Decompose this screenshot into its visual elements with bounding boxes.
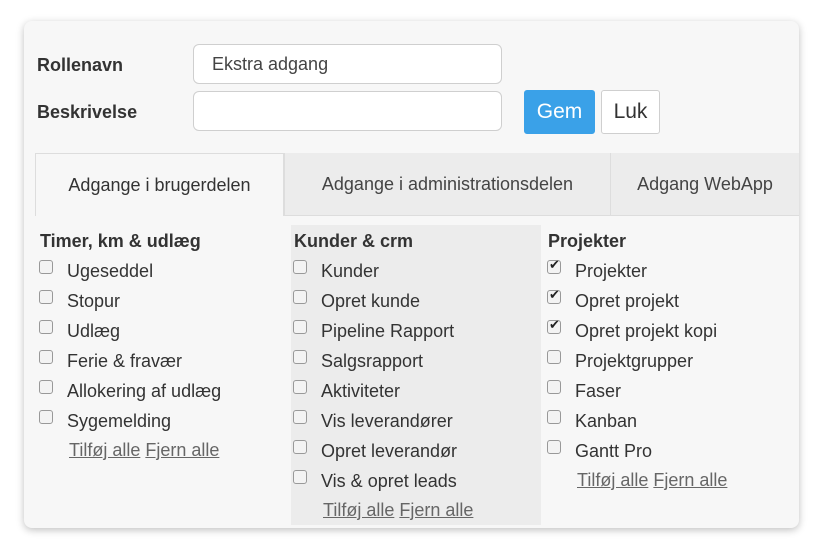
- permission-item[interactable]: Stopur: [39, 286, 120, 316]
- permission-item[interactable]: Salgsrapport: [293, 346, 423, 376]
- permission-label: Vis leverandører: [321, 410, 453, 431]
- checkbox-g1-i5[interactable]: [293, 410, 307, 424]
- group-customers-crm: Kunder & crm Kunder Opret kunde Pipeline…: [291, 225, 541, 525]
- checkbox-g1-i3[interactable]: [293, 350, 307, 364]
- permission-label: Kanban: [575, 410, 638, 431]
- bulk-links: Tilføj alle Fjern alle: [323, 500, 473, 521]
- permission-label: Projekter: [575, 260, 648, 281]
- group-time-expenses: Timer, km & udlæg Ugeseddel Stopur Udlæg…: [37, 225, 287, 525]
- role-name-label: Rollenavn: [37, 55, 124, 75]
- permission-label: Udlæg: [67, 320, 121, 341]
- save-button[interactable]: Gem: [524, 90, 595, 134]
- checkbox-g2-i3[interactable]: [547, 350, 561, 364]
- checkbox-g0-i1[interactable]: [39, 290, 53, 304]
- bulk-links: Tilføj alle Fjern alle: [69, 440, 219, 461]
- tab-webapp-access[interactable]: Adgang WebApp: [610, 153, 799, 215]
- checkbox-g0-i0[interactable]: [39, 260, 53, 274]
- permission-item[interactable]: Kunder: [293, 256, 379, 286]
- add-all-link[interactable]: Tilføj alle: [577, 470, 648, 490]
- permission-item[interactable]: Opret kunde: [293, 286, 420, 316]
- permission-label: Stopur: [67, 290, 121, 311]
- permission-item[interactable]: Aktiviteter: [293, 376, 400, 406]
- checkbox-g2-i6[interactable]: [547, 440, 561, 454]
- access-tabs: Adgange i brugerdelen Adgange i administ…: [35, 153, 799, 216]
- bulk-links: Tilføj alle Fjern alle: [577, 470, 727, 491]
- tab-user-access[interactable]: Adgange i brugerdelen: [35, 153, 284, 216]
- permission-label: Vis & opret leads: [321, 470, 457, 491]
- permission-label: Aktiviteter: [321, 380, 401, 401]
- permission-label: Allokering af udlæg: [67, 380, 222, 401]
- permission-label: Opret projekt: [575, 290, 680, 311]
- permission-item[interactable]: Opret projekt kopi: [547, 316, 717, 346]
- close-button[interactable]: Luk: [601, 90, 660, 134]
- permission-label: Opret leverandør: [321, 440, 458, 461]
- permission-item[interactable]: Sygemelding: [39, 406, 171, 436]
- permission-item[interactable]: Faser: [547, 376, 621, 406]
- checkbox-g2-i0[interactable]: [547, 257, 561, 274]
- permission-label: Opret kunde: [321, 290, 421, 311]
- group-projects: Projekter Projekter Opret projekt Opret …: [545, 225, 795, 525]
- permission-label: Ferie & fravær: [67, 350, 183, 371]
- remove-all-link[interactable]: Fjern alle: [145, 440, 219, 460]
- checkbox-g2-i4[interactable]: [547, 380, 561, 394]
- checkbox-g1-i2[interactable]: [293, 320, 307, 334]
- permission-label: Pipeline Rapport: [321, 320, 455, 341]
- permission-item[interactable]: Vis & opret leads: [293, 466, 457, 496]
- permission-item[interactable]: Pipeline Rapport: [293, 316, 454, 346]
- checkbox-g1-i4[interactable]: [293, 380, 307, 394]
- tab-admin-access[interactable]: Adgange i administrationsdelen: [284, 153, 610, 215]
- checkbox-g0-i4[interactable]: [39, 380, 53, 394]
- permission-label: Salgsrapport: [321, 350, 424, 371]
- permission-item[interactable]: Opret projekt: [547, 286, 679, 316]
- permission-item[interactable]: Kanban: [547, 406, 637, 436]
- permission-label: Sygemelding: [67, 410, 172, 431]
- permission-item[interactable]: Projekter: [547, 256, 647, 286]
- permission-item[interactable]: Vis leverandører: [293, 406, 453, 436]
- description-input[interactable]: [193, 91, 502, 131]
- permission-item[interactable]: Opret leverandør: [293, 436, 457, 466]
- add-all-link[interactable]: Tilføj alle: [69, 440, 140, 460]
- remove-all-link[interactable]: Fjern alle: [653, 470, 727, 490]
- remove-all-link[interactable]: Fjern alle: [399, 500, 473, 520]
- checkbox-g0-i5[interactable]: [39, 410, 53, 424]
- permission-label: Kunder: [321, 260, 380, 281]
- checkbox-g0-i3[interactable]: [39, 350, 53, 364]
- checkbox-g2-i2[interactable]: [547, 317, 561, 334]
- permission-item[interactable]: Gantt Pro: [547, 436, 652, 466]
- checkbox-g0-i2[interactable]: [39, 320, 53, 334]
- permission-item[interactable]: Ferie & fravær: [39, 346, 182, 376]
- checkbox-g1-i6[interactable]: [293, 440, 307, 454]
- permission-label: Ugeseddel: [67, 260, 154, 281]
- permission-label: Opret projekt kopi: [575, 320, 718, 341]
- permission-item[interactable]: Udlæg: [39, 316, 120, 346]
- checkbox-g1-i0[interactable]: [293, 260, 307, 274]
- group-title: Kunder & crm: [294, 231, 414, 251]
- role-editor-panel: Rollenavn Beskrivelse Gem Luk Adgange i …: [24, 21, 799, 528]
- checkbox-g1-i7[interactable]: [293, 470, 307, 484]
- group-title: Timer, km & udlæg: [40, 231, 201, 251]
- permission-item[interactable]: Ugeseddel: [39, 256, 153, 286]
- checkbox-g2-i5[interactable]: [547, 410, 561, 424]
- checkbox-g2-i1[interactable]: [547, 287, 561, 304]
- description-label: Beskrivelse: [37, 102, 138, 122]
- add-all-link[interactable]: Tilføj alle: [323, 500, 394, 520]
- group-title: Projekter: [548, 231, 627, 251]
- permission-item[interactable]: Projektgrupper: [547, 346, 693, 376]
- permission-item[interactable]: Allokering af udlæg: [39, 376, 221, 406]
- role-name-input[interactable]: [193, 44, 502, 84]
- permission-label: Projektgrupper: [575, 350, 694, 371]
- permission-label: Faser: [575, 380, 622, 401]
- permission-label: Gantt Pro: [575, 440, 653, 461]
- checkbox-g1-i1[interactable]: [293, 290, 307, 304]
